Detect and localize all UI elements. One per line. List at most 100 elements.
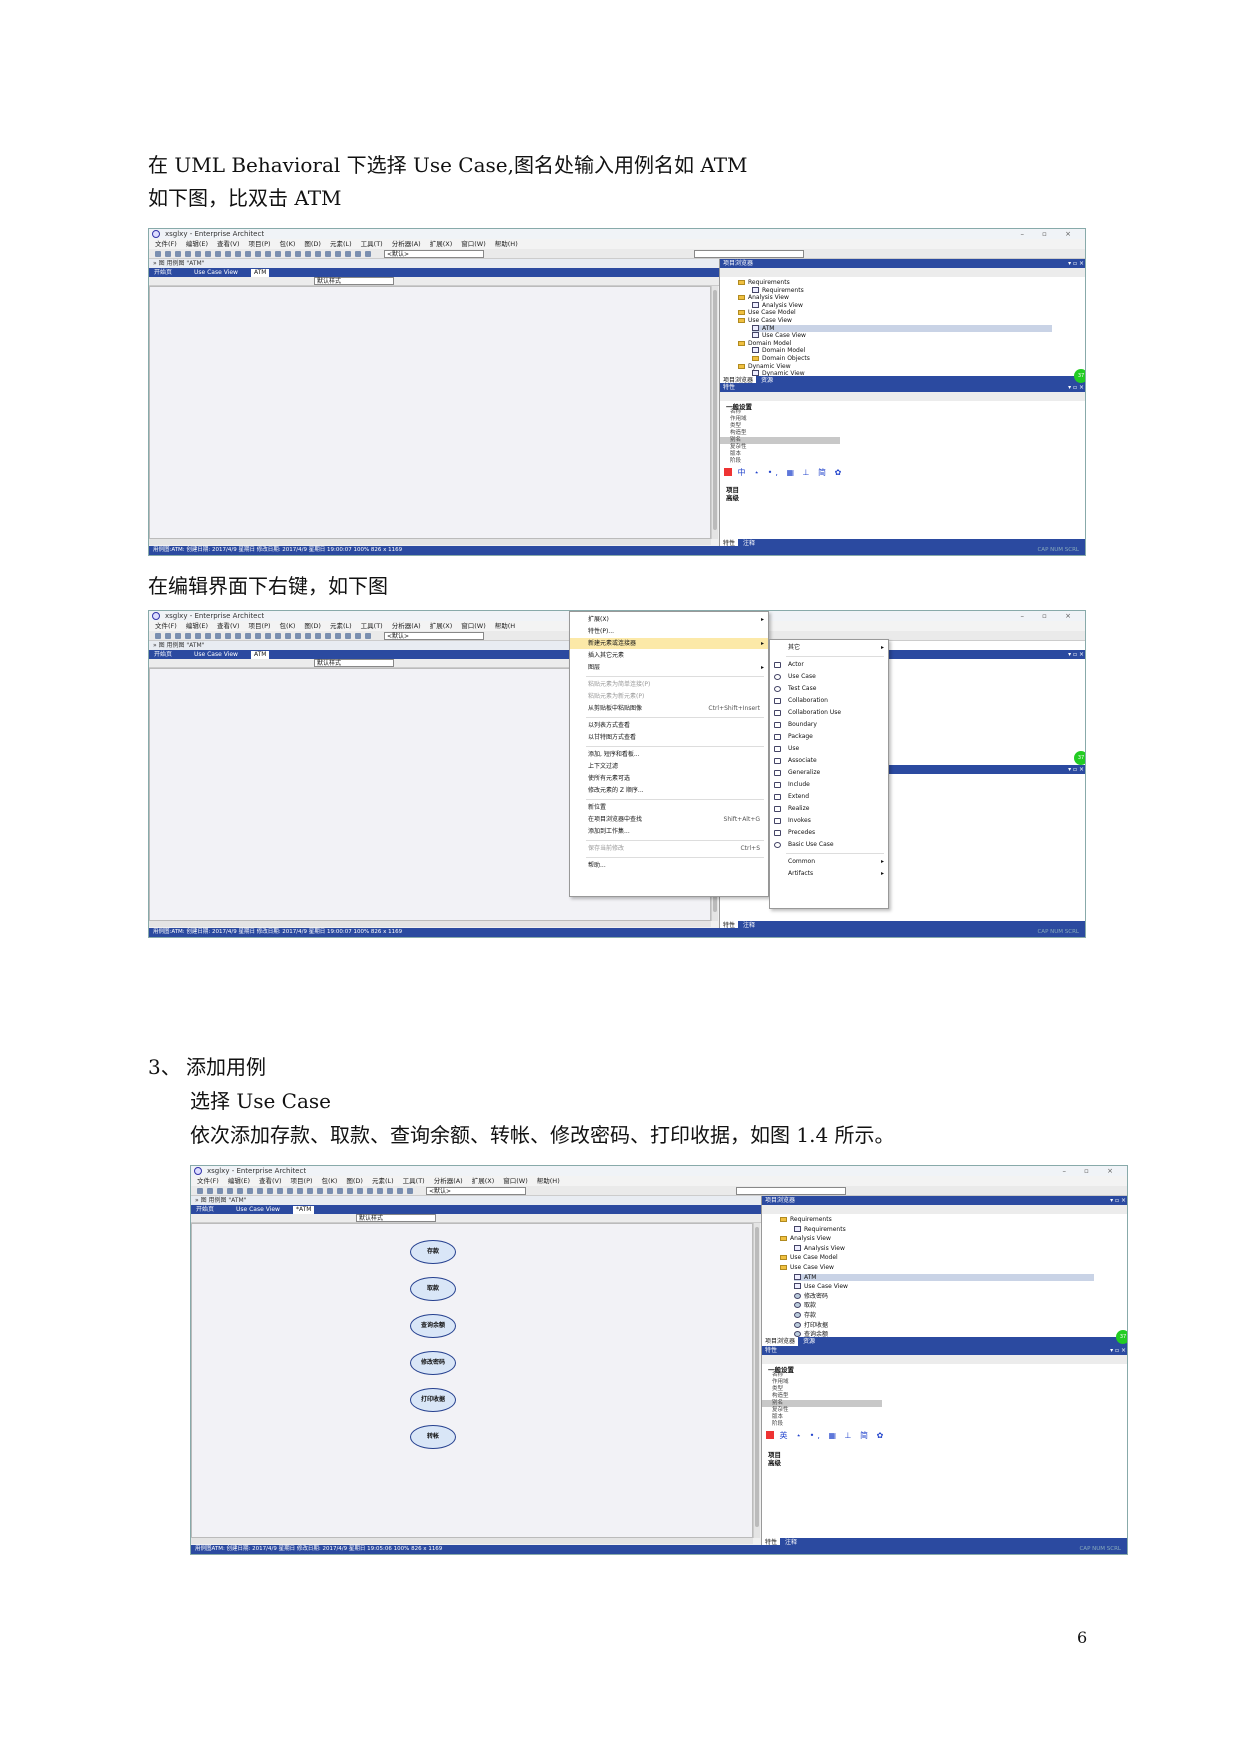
toolbar-button-icon[interactable] xyxy=(195,251,201,257)
toolbar-button-icon[interactable] xyxy=(185,633,191,639)
toolbar-button-icon[interactable] xyxy=(175,633,181,639)
tree-item[interactable]: Use Case Model xyxy=(780,1254,838,1261)
toolbar-button-icon[interactable] xyxy=(357,1188,363,1194)
use-case-ellipse[interactable]: 查询余额 xyxy=(410,1314,456,1338)
menu-bar[interactable]: 文件(F) 编辑(E) 查看(V) 项目(P) 包(K) 图(D) 元素(L) 工具(T) 分析… xyxy=(191,1176,1127,1186)
menu-item[interactable]: Invokes xyxy=(770,815,888,826)
menu-item[interactable]: Collaboration Use xyxy=(770,707,888,718)
diagram-canvas[interactable]: 存款 取款 查询余额 修改密码 打印收据 转帐 xyxy=(191,1223,753,1538)
toolbar-button-icon[interactable] xyxy=(185,251,191,257)
canvas-vertical-scrollbar[interactable] xyxy=(753,1223,760,1538)
tab-atm[interactable]: ATM xyxy=(251,651,270,659)
menu-item[interactable]: Actor xyxy=(770,659,888,670)
tab-use-case-view[interactable]: Use Case View xyxy=(191,269,241,277)
toolbar-button-icon[interactable] xyxy=(305,251,311,257)
menu-item[interactable]: 特性(P)... xyxy=(570,626,768,637)
menu-item[interactable]: 图(D) xyxy=(304,240,321,248)
menu-item[interactable]: 以列表方式查看 xyxy=(570,720,768,731)
menu-item[interactable]: Basic Use Case xyxy=(770,839,888,850)
toolbar-button-icon[interactable] xyxy=(205,251,211,257)
menu-item[interactable]: 图(D) xyxy=(346,1177,363,1185)
toolbar-button-icon[interactable] xyxy=(155,251,161,257)
menu-item[interactable]: Generalize xyxy=(770,767,888,778)
menu-item[interactable]: 编辑(E) xyxy=(186,240,208,248)
toolbar-button-icon[interactable] xyxy=(315,633,321,639)
toolbar-button-icon[interactable] xyxy=(245,633,251,639)
menu-item[interactable]: 从剪贴板中粘贴图像 Ctrl+Shift+Insert xyxy=(570,703,768,714)
main-toolbar[interactable]: <默认> xyxy=(191,1186,1127,1196)
toolbar-button-icon[interactable] xyxy=(197,1188,203,1194)
tab-atm[interactable]: ATM xyxy=(251,269,270,277)
property-row[interactable]: 名称 xyxy=(720,409,860,416)
document-tabs[interactable]: 开始页 Use Case View *ATM xyxy=(191,1205,761,1214)
use-case-ellipse[interactable]: 取款 xyxy=(410,1277,456,1301)
menu-item[interactable]: 新位置 xyxy=(570,802,768,813)
toolbar-button-icon[interactable] xyxy=(377,1188,383,1194)
toolbar-button-icon[interactable] xyxy=(347,1188,353,1194)
toolbar-button-icon[interactable] xyxy=(355,251,361,257)
toolbar-button-icon[interactable] xyxy=(355,633,361,639)
toolbar-button-icon[interactable] xyxy=(295,251,301,257)
toolbar-button-icon[interactable] xyxy=(345,251,351,257)
menu-item[interactable]: 文件(F) xyxy=(155,240,177,248)
toolbar-button-icon[interactable] xyxy=(265,251,271,257)
toolbar-button-icon[interactable] xyxy=(265,633,271,639)
menu-item[interactable]: 查看(V) xyxy=(217,240,240,248)
toolbar-button-icon[interactable] xyxy=(245,251,251,257)
toolbar-button-icon[interactable] xyxy=(365,251,371,257)
search-combo[interactable] xyxy=(736,1187,846,1195)
menu-item[interactable]: 编辑(E) xyxy=(186,622,208,630)
menu-item[interactable]: Artifacts ▸ xyxy=(770,868,888,879)
toolbar-button-icon[interactable] xyxy=(367,1188,373,1194)
style-combo[interactable]: 默认样式 xyxy=(314,277,394,285)
menu-item[interactable]: 查看(V) xyxy=(217,622,240,630)
toolbar-button-icon[interactable] xyxy=(325,251,331,257)
menu-item[interactable]: Extend xyxy=(770,791,888,802)
menu-item[interactable]: Collaboration xyxy=(770,695,888,706)
menu-item[interactable]: 帮助(H) xyxy=(537,1177,560,1185)
menu-item[interactable]: 编辑(E) xyxy=(228,1177,250,1185)
tree-item[interactable]: Use Case View xyxy=(794,1283,848,1290)
toolbar-button-icon[interactable] xyxy=(365,633,371,639)
context-menu[interactable]: 扩展(X) ▸ 特性(P)... 新建元素或连接器 ▸ 插入其它元素 图层 ▸ 粘贴元素为简单连… xyxy=(569,611,769,897)
toolbar-button-icon[interactable] xyxy=(275,251,281,257)
diagram-canvas[interactable] xyxy=(149,286,711,539)
toolbar-button-icon[interactable] xyxy=(285,251,291,257)
menu-item[interactable]: 元素(L) xyxy=(372,1177,394,1185)
tree-item[interactable]: 打印收据 xyxy=(794,1321,828,1329)
property-row[interactable]: 复杂性 xyxy=(720,444,860,451)
menu-item[interactable]: 文件(F) xyxy=(197,1177,219,1185)
canvas-horizontal-scrollbar[interactable] xyxy=(149,921,711,927)
toolbar-button-icon[interactable] xyxy=(267,1188,273,1194)
document-tabs[interactable]: 开始页 Use Case View ATM xyxy=(149,268,719,277)
toolbar-button-icon[interactable] xyxy=(315,251,321,257)
toolbar-button-icon[interactable] xyxy=(255,633,261,639)
menu-item[interactable]: 新建元素或连接器 ▸ xyxy=(570,638,768,649)
property-row[interactable]: 构造型 xyxy=(720,430,860,437)
property-row[interactable]: 类型 xyxy=(762,1386,902,1393)
ime-toolbar[interactable]: 中 ⋆ •, ▦ ⊥ 简 ✿ xyxy=(724,467,844,478)
tree-item[interactable]: Domain Model xyxy=(752,347,805,354)
menu-item[interactable]: 使所有元素可选 xyxy=(570,773,768,784)
default-combo[interactable]: <默认> xyxy=(426,1187,526,1195)
default-combo[interactable]: <默认> xyxy=(384,632,484,640)
menu-item[interactable]: 分析器(A) xyxy=(392,240,421,248)
toolbar-button-icon[interactable] xyxy=(337,1188,343,1194)
toolbar-button-icon[interactable] xyxy=(175,251,181,257)
tree-item[interactable]: Analysis View xyxy=(752,301,803,309)
toolbar-button-icon[interactable] xyxy=(215,633,221,639)
menu-item[interactable]: 分析器(A) xyxy=(434,1177,463,1185)
menu-item[interactable]: 窗口(W) xyxy=(503,1177,528,1185)
toolbar-button-icon[interactable] xyxy=(247,1188,253,1194)
menu-item[interactable]: Realize xyxy=(770,803,888,814)
tree-item[interactable]: Analysis View xyxy=(794,1244,845,1252)
toolbar-button-icon[interactable] xyxy=(325,633,331,639)
property-row[interactable]: 别名 xyxy=(762,1400,882,1407)
menu-item[interactable]: 文件(F) xyxy=(155,622,177,630)
tree-item[interactable]: 取款 xyxy=(794,1302,816,1309)
tree-item[interactable]: 修改密码 xyxy=(794,1292,828,1300)
menu-item[interactable]: 分析器(A) xyxy=(392,622,421,630)
menu-item[interactable]: 图层 ▸ xyxy=(570,662,768,673)
tab-start-page[interactable]: 开始页 xyxy=(151,269,175,277)
style-combo[interactable]: 默认样式 xyxy=(356,1214,436,1222)
